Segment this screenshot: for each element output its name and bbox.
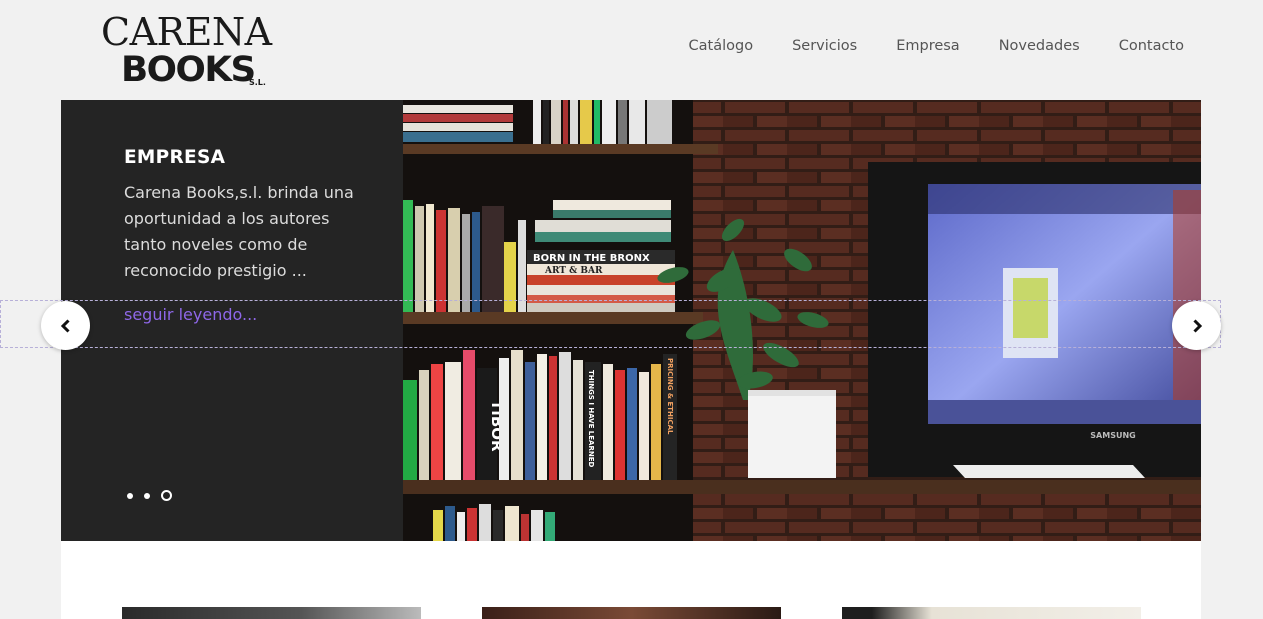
nav-item-catalogo[interactable]: Catálogo (689, 38, 754, 54)
slider-prev-button[interactable] (41, 301, 90, 350)
book-spine-e: PRICING & ETHICAL (666, 358, 674, 435)
hero-slider: EMPRESA Carena Books,s.l. brinda una opo… (61, 100, 1201, 541)
slide-text: Carena Books,s.l. brinda una oportunidad… (124, 183, 354, 280)
book-spine-a: BORN IN THE BRONX (533, 253, 650, 264)
slide-caption-panel: EMPRESA Carena Books,s.l. brinda una opo… (61, 100, 403, 541)
slider-dot-1[interactable] (127, 492, 133, 499)
slider-dot-3-active[interactable] (161, 490, 172, 501)
nav-item-novedades[interactable]: Novedades (999, 38, 1080, 54)
logo-line-2: BOOKS (121, 50, 256, 90)
card-image-1[interactable] (122, 607, 421, 619)
logo-suffix: S.L. (249, 78, 266, 87)
site-header: CARENA BOOKS S.L. Catálogo Servicios Emp… (0, 0, 1263, 100)
nav-item-empresa[interactable]: Empresa (896, 38, 960, 54)
nav-item-servicios[interactable]: Servicios (792, 38, 857, 54)
content-section (61, 541, 1201, 619)
chevron-left-icon (60, 318, 70, 333)
slider-next-button[interactable] (1172, 301, 1221, 350)
logo-line-1: CARENA (101, 10, 272, 54)
monitor-brand: SAMSUNG (1090, 431, 1135, 440)
slider-dots (127, 490, 183, 501)
main-nav: Catálogo Servicios Empresa Novedades Con… (650, 38, 1184, 54)
book-spine-b: ART & BAR (544, 266, 603, 276)
site-logo[interactable]: CARENA BOOKS S.L. (101, 10, 281, 90)
slide-photo: BORN IN THE BRONX ART & BAR TIBOR THINGS… (403, 100, 1201, 541)
chevron-right-icon (1192, 318, 1202, 333)
read-more-link[interactable]: seguir leyendo... (124, 305, 257, 324)
bookshelf-office-photo: BORN IN THE BRONX ART & BAR TIBOR THINGS… (403, 100, 1201, 541)
card-image-2[interactable] (482, 607, 781, 619)
book-spine-d: THINGS I HAVE LEARNED (587, 370, 595, 467)
nav-item-contacto[interactable]: Contacto (1119, 38, 1184, 54)
slider-dot-2[interactable] (144, 492, 150, 499)
card-image-3[interactable] (842, 607, 1141, 619)
slide-title: EMPRESA (124, 147, 226, 168)
